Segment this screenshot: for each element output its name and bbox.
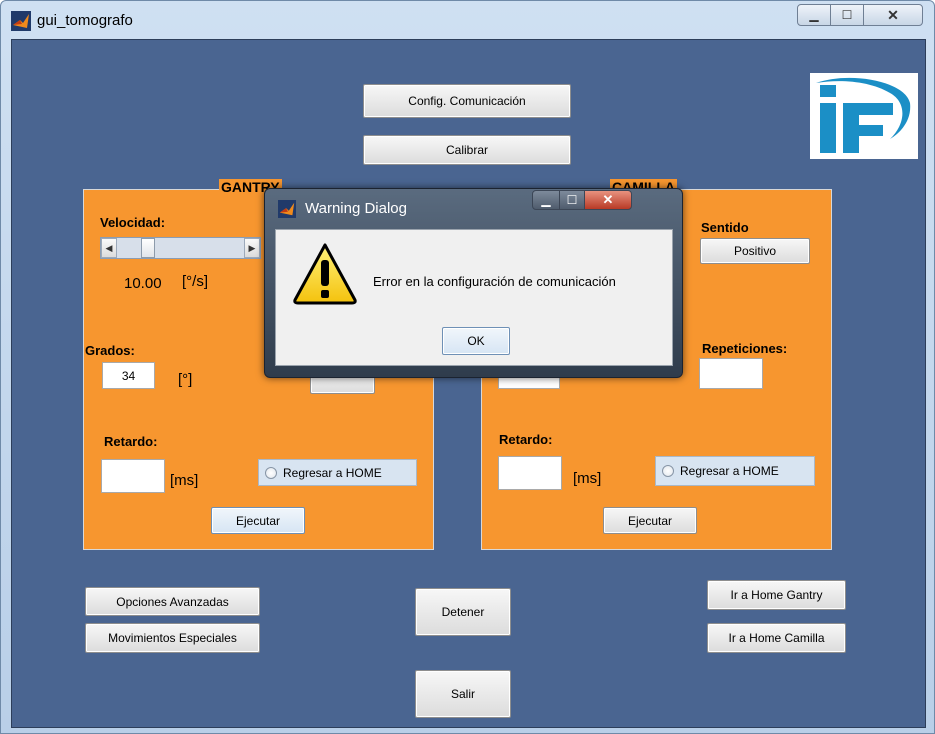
gantry-retardo-label: Retardo: bbox=[104, 434, 158, 449]
figure-area: Config. Comunicación Calibrar GANTRY Vel… bbox=[11, 39, 926, 728]
dialog-close-button[interactable]: ✕ bbox=[584, 190, 632, 210]
arrow-right-icon: ▶ bbox=[248, 242, 256, 253]
minimize-icon: ▁ bbox=[541, 193, 551, 207]
maximize-button[interactable]: ☐ bbox=[830, 4, 864, 26]
salir-button[interactable]: Salir bbox=[415, 670, 511, 718]
grados-unit: [°] bbox=[178, 371, 193, 388]
grados-label: Grados: bbox=[85, 343, 135, 358]
velocidad-slider[interactable]: ◀ ▶ bbox=[100, 237, 261, 259]
radio-icon bbox=[662, 465, 674, 477]
grados-input[interactable]: 34 bbox=[102, 362, 155, 389]
slider-thumb[interactable] bbox=[141, 238, 155, 258]
camilla-home-label: Regresar a HOME bbox=[680, 464, 779, 478]
arrow-left-icon: ◀ bbox=[105, 242, 113, 253]
dialog-body: Error en la configuración de comunicació… bbox=[275, 229, 673, 366]
velocidad-unit: [°/s] bbox=[182, 273, 209, 290]
ir-home-gantry-button[interactable]: Ir a Home Gantry bbox=[707, 580, 846, 610]
gantry-ejecutar-button[interactable]: Ejecutar bbox=[211, 507, 305, 534]
sentido-label: Sentido bbox=[701, 220, 749, 235]
dialog-maximize-button[interactable]: ☐ bbox=[559, 190, 585, 210]
matlab-icon bbox=[11, 11, 31, 31]
movimientos-especiales-button[interactable]: Movimientos Especiales bbox=[85, 623, 260, 653]
radio-icon bbox=[265, 466, 277, 479]
warning-icon bbox=[293, 243, 357, 305]
opciones-avanzadas-button[interactable]: Opciones Avanzadas bbox=[85, 587, 260, 616]
detener-button[interactable]: Detener bbox=[415, 588, 511, 636]
maximize-icon: ☐ bbox=[566, 193, 578, 207]
dialog-title: Warning Dialog bbox=[305, 200, 407, 217]
velocidad-value: 10.00 bbox=[124, 275, 162, 292]
close-icon: ✕ bbox=[887, 6, 899, 23]
minimize-icon: ▁ bbox=[809, 8, 819, 22]
gantry-home-label: Regresar a HOME bbox=[283, 465, 382, 480]
slider-right-arrow[interactable]: ▶ bbox=[244, 238, 260, 258]
slider-left-arrow[interactable]: ◀ bbox=[101, 238, 117, 258]
camilla-retardo-unit: [ms] bbox=[573, 470, 602, 487]
close-icon: ✕ bbox=[602, 192, 614, 207]
minimize-button[interactable]: ▁ bbox=[797, 4, 831, 26]
gantry-home-radio[interactable]: Regresar a HOME bbox=[258, 459, 417, 486]
title-bar: gui_tomografo ▁ ☐ ✕ bbox=[1, 1, 934, 39]
config-comunicacion-button[interactable]: Config. Comunicación bbox=[363, 84, 571, 118]
gantry-retardo-unit: [ms] bbox=[170, 472, 199, 489]
if-logo-image bbox=[816, 77, 911, 153]
maximize-icon: ☐ bbox=[841, 8, 853, 22]
window-title: gui_tomografo bbox=[37, 12, 133, 29]
close-button[interactable]: ✕ bbox=[863, 4, 923, 26]
camilla-retardo-input[interactable] bbox=[498, 456, 562, 490]
warning-dialog: Warning Dialog ▁ ☐ ✕ Error en la configu… bbox=[264, 188, 683, 378]
dialog-message: Error en la configuración de comunicació… bbox=[373, 274, 616, 289]
repeticiones-input[interactable] bbox=[699, 358, 763, 389]
camilla-ejecutar-button[interactable]: Ejecutar bbox=[603, 507, 697, 534]
matlab-icon bbox=[278, 200, 296, 218]
ir-home-camilla-button[interactable]: Ir a Home Camilla bbox=[707, 623, 846, 653]
velocidad-label: Velocidad: bbox=[100, 215, 166, 230]
gantry-retardo-input[interactable] bbox=[101, 459, 165, 493]
camilla-retardo-label: Retardo: bbox=[499, 432, 553, 447]
if-logo bbox=[810, 73, 918, 159]
repeticiones-label: Repeticiones: bbox=[702, 341, 788, 356]
ok-button[interactable]: OK bbox=[442, 327, 510, 355]
camilla-home-radio[interactable]: Regresar a HOME bbox=[655, 456, 815, 486]
dialog-minimize-button[interactable]: ▁ bbox=[532, 190, 560, 210]
calibrar-button[interactable]: Calibrar bbox=[363, 135, 571, 165]
sentido-button[interactable]: Positivo bbox=[700, 238, 810, 264]
